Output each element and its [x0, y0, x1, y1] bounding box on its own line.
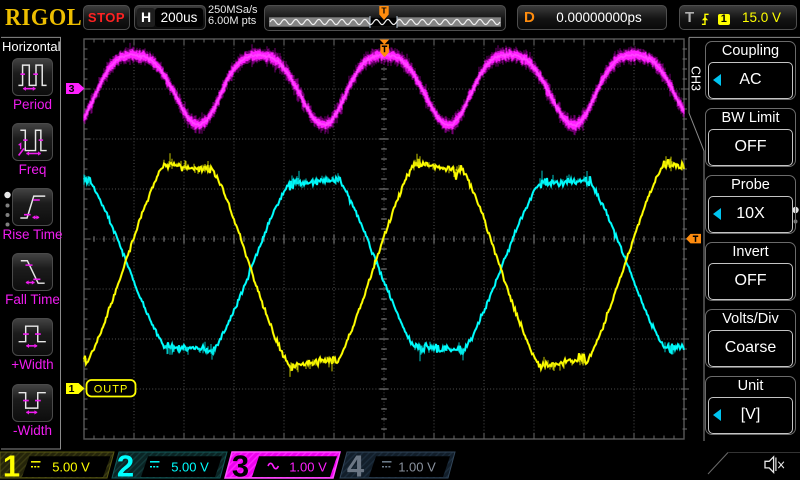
- svg-text:3: 3: [69, 83, 75, 95]
- svg-text:2: 2: [117, 449, 134, 480]
- svg-text:5.00 V: 5.00 V: [52, 459, 90, 474]
- svg-text:CH3: CH3: [689, 66, 703, 91]
- svg-text:1.00 V: 1.00 V: [289, 459, 327, 474]
- svg-text:T: T: [381, 6, 387, 16]
- svg-text:1: 1: [3, 449, 20, 480]
- svg-text:4: 4: [347, 449, 365, 480]
- svg-text:5.00 V: 5.00 V: [171, 459, 209, 474]
- svg-text:OUTP: OUTP: [94, 383, 129, 395]
- svg-text:3: 3: [232, 449, 249, 480]
- svg-text:1: 1: [69, 383, 75, 395]
- svg-text:1.00 V: 1.00 V: [398, 459, 436, 474]
